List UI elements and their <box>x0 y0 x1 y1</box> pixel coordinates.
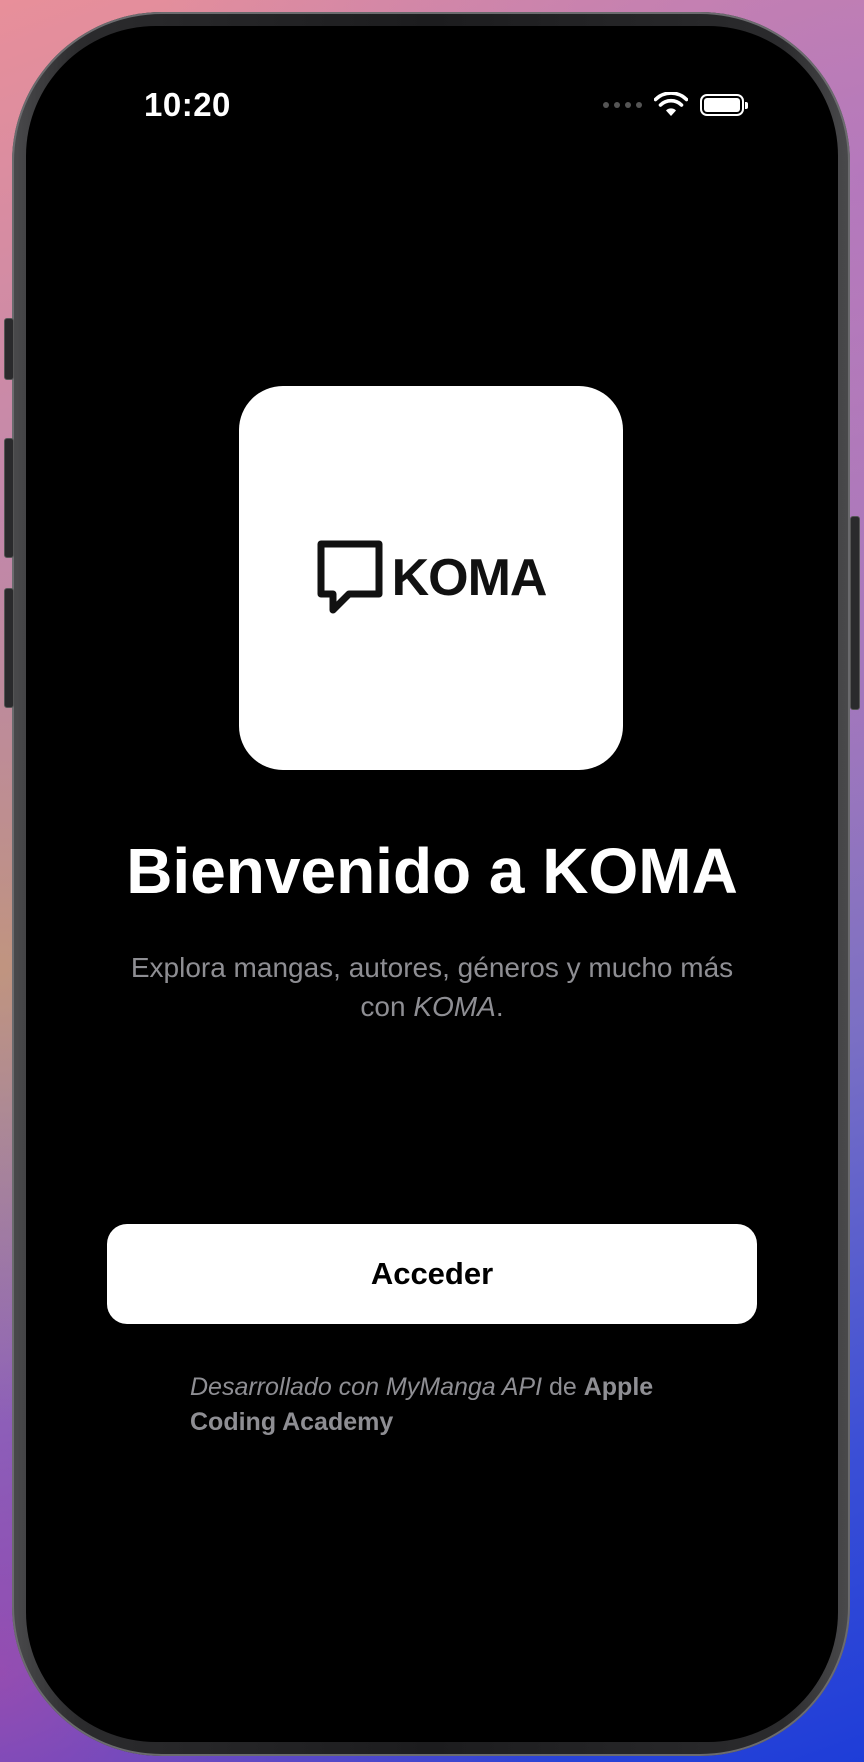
wifi-icon <box>654 92 688 116</box>
cellular-signal-icon <box>603 102 642 108</box>
volume-down-button <box>4 588 14 708</box>
app-logo-card: KOMA <box>239 386 623 770</box>
subtitle-app-name: KOMA <box>413 991 496 1022</box>
subtitle-period: . <box>495 991 504 1022</box>
app-logo: KOMA <box>316 539 547 617</box>
app-screen: 10:20 KOMA Bienvenido a KOMA Explora man… <box>26 26 838 1742</box>
power-button <box>850 516 860 710</box>
credits-footer: Desarrollado con MyManga API de Apple Co… <box>190 1370 710 1440</box>
access-button[interactable]: Acceder <box>107 1224 757 1324</box>
credits-connector: de <box>542 1373 584 1401</box>
welcome-title: Bienvenido a KOMA <box>126 835 738 907</box>
status-time: 10:20 <box>144 86 231 123</box>
logo-wordmark: KOMA <box>391 549 548 607</box>
credits-api: Desarrollado con MyManga API <box>190 1373 543 1401</box>
action-button <box>4 318 14 380</box>
welcome-subtitle: Explora mangas, autores, géneros y mucho… <box>106 948 758 1026</box>
speech-bubble-icon <box>317 540 383 614</box>
battery-icon <box>700 94 748 116</box>
status-icons <box>603 92 748 118</box>
volume-up-button <box>4 438 14 558</box>
